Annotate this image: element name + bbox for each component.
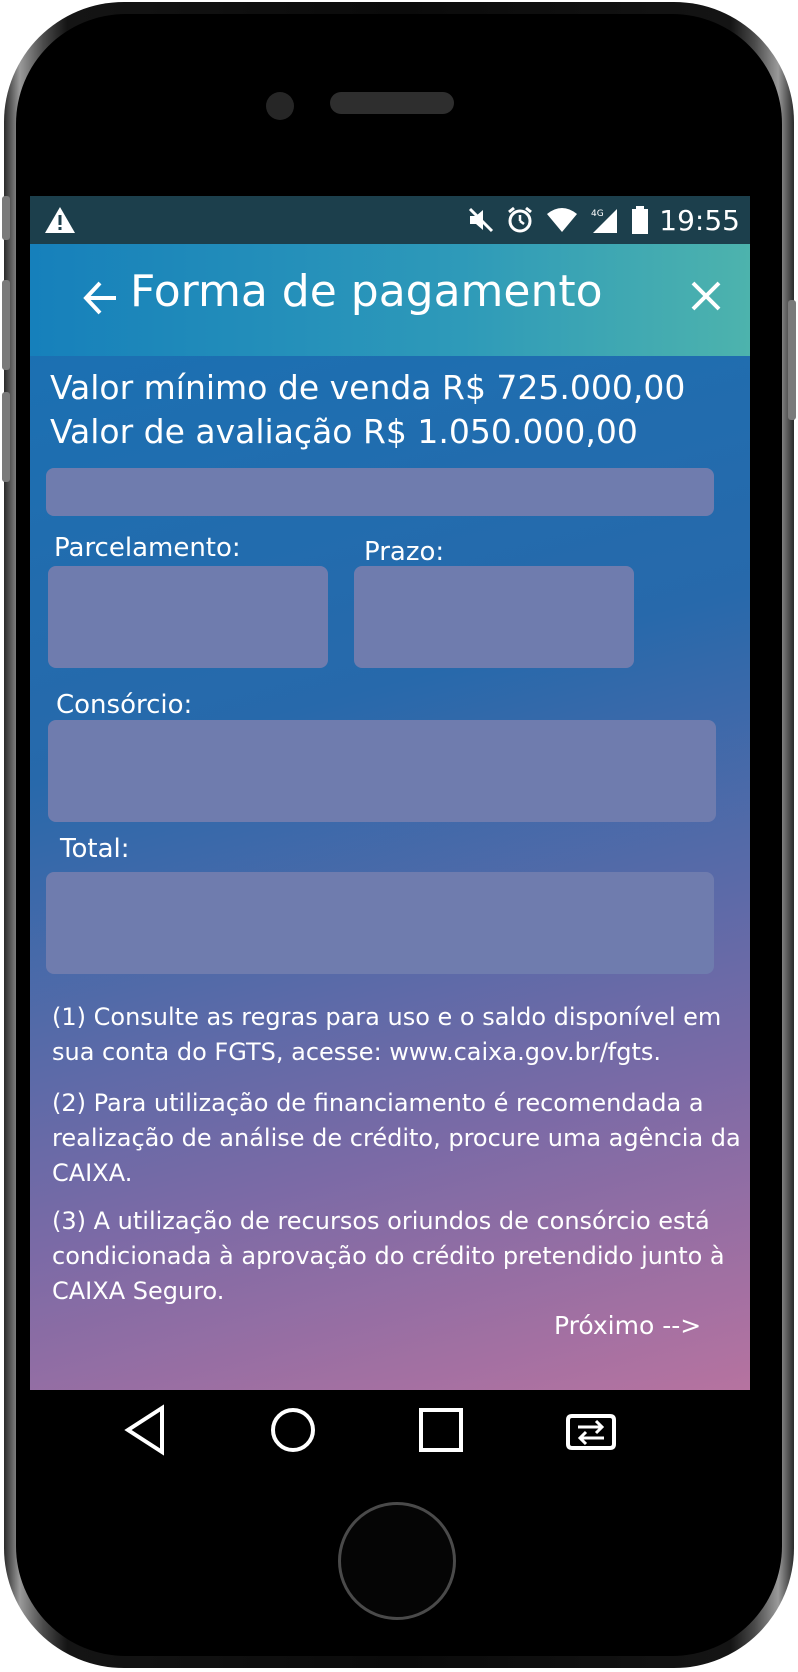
front-camera	[266, 92, 294, 120]
screen: 4G 19:55 Forma de pagamento Valor mínimo…	[30, 196, 750, 1390]
next-button[interactable]: Próximo -->	[554, 1311, 701, 1340]
home-circle-icon[interactable]	[268, 1404, 318, 1456]
volume-up-button	[2, 280, 10, 370]
appraisal-value: Valor de avaliação R$ 1.050.000,00	[50, 412, 638, 451]
close-icon[interactable]	[690, 280, 722, 312]
app-header: Forma de pagamento	[30, 244, 750, 356]
total-label: Total:	[60, 834, 130, 864]
navigation-bar	[30, 1390, 750, 1502]
consorcio-field[interactable]	[48, 720, 716, 822]
volume-down-button	[2, 392, 10, 482]
parcelamento-label: Parcelamento:	[54, 533, 241, 563]
page-title: Forma de pagamento	[130, 266, 603, 317]
parcelamento-field[interactable]	[48, 566, 328, 668]
signal-icon: 4G	[591, 209, 618, 233]
battery-icon	[632, 206, 649, 234]
total-field[interactable]	[46, 872, 714, 974]
mute-icon	[469, 207, 494, 233]
silent-switch	[2, 196, 10, 240]
main-content: Forma de pagamento Valor mínimo de venda…	[30, 244, 750, 1390]
earpiece-speaker	[330, 92, 454, 114]
prazo-label: Prazo:	[364, 537, 445, 567]
warning-icon	[45, 207, 75, 233]
switch-app-icon[interactable]	[562, 1404, 620, 1456]
alarm-icon	[508, 206, 533, 233]
min-sale-value: Valor mínimo de venda R$ 725.000,00	[50, 368, 686, 407]
arrow-left-icon[interactable]	[82, 278, 118, 318]
status-bar: 4G 19:55	[30, 196, 750, 244]
fgts-field[interactable]	[46, 468, 714, 516]
note-financiamento: (2) Para utilização de financiamento é r…	[52, 1089, 741, 1187]
home-button[interactable]	[338, 1502, 456, 1620]
note-consorcio: (3) A utilização de recursos oriundos de…	[52, 1207, 725, 1305]
note-fgts: (1) Consulte as regras para uso e o sald…	[52, 1003, 722, 1066]
recents-square-icon[interactable]	[416, 1404, 466, 1456]
status-time: 19:55	[659, 203, 740, 237]
consorcio-label: Consórcio:	[56, 690, 193, 720]
prazo-field[interactable]	[354, 566, 634, 668]
wifi-icon	[547, 208, 578, 232]
back-triangle-icon[interactable]	[122, 1404, 168, 1456]
status-icons: 4G 19:55	[467, 196, 740, 244]
power-button	[788, 300, 796, 420]
svg-text:4G: 4G	[591, 209, 604, 219]
